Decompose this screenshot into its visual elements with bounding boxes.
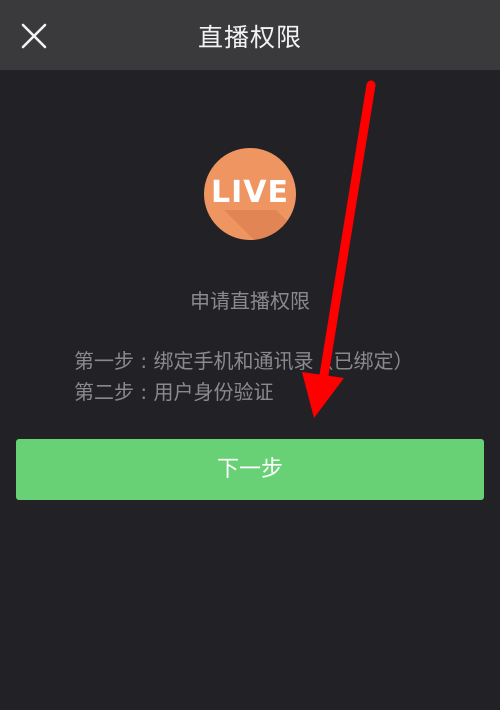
step-two: 第二步 : 用户身份验证 [74,380,274,404]
steps-list: 第一步 : 绑定手机和通讯录（已绑定） 第二步 : 用户身份验证 [74,346,413,408]
screen: 直播权限 LIVE 申请直播权限 第一步 : 绑定手机和通讯录（已绑定） 第二步… [0,0,500,710]
apply-live-permission-label: 申请直播权限 [190,289,310,313]
next-step-button[interactable]: 下一步 [16,439,484,500]
live-badge-text: LIVE [211,175,289,210]
title-bar: 直播权限 [0,0,500,70]
step-one: 第一步 : 绑定手机和通讯录（已绑定） [74,349,414,373]
page-title: 直播权限 [197,23,302,52]
live-badge-icon: LIVE [204,148,296,240]
